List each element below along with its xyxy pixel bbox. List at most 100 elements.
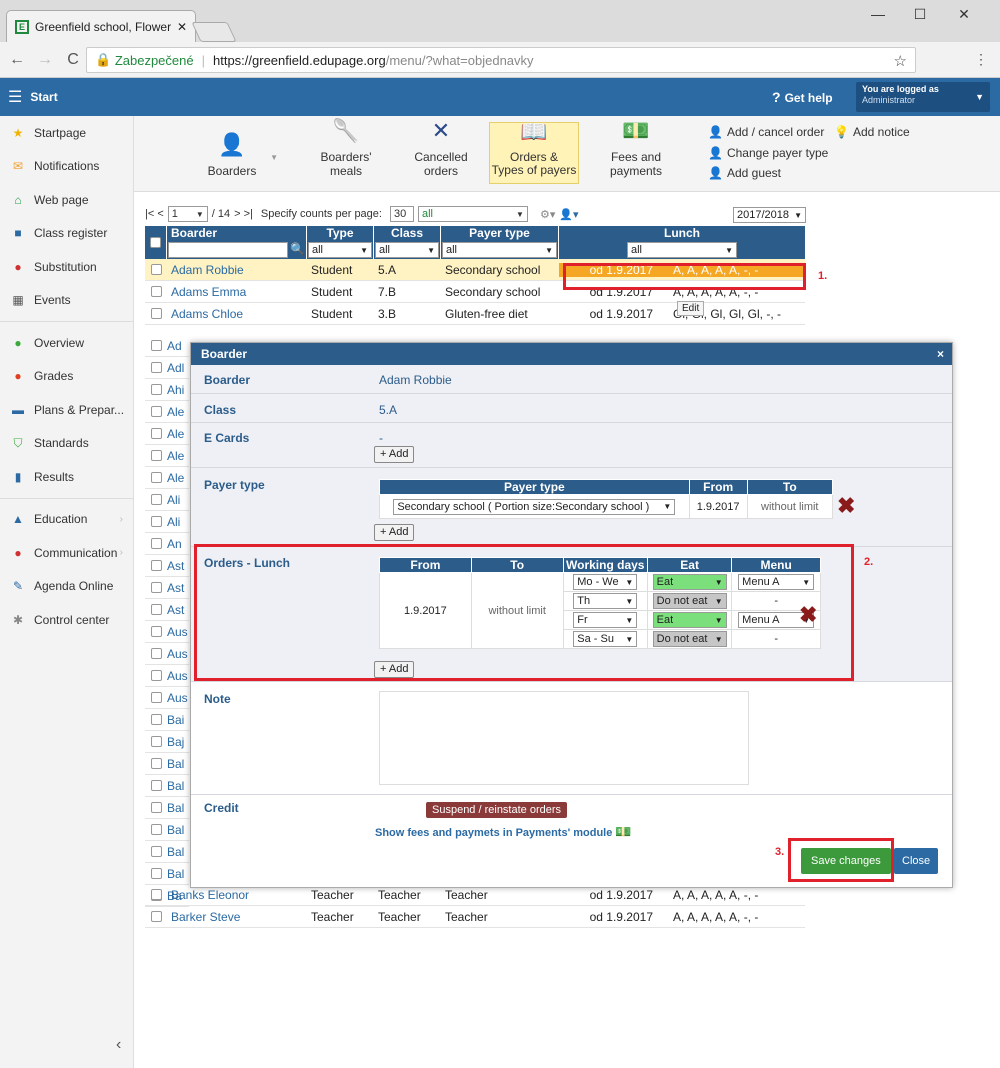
sidebar-item-overview[interactable]: ● Overview [0, 326, 133, 360]
browser-tab[interactable]: E Greenfield school, Flower ✕ [6, 10, 196, 42]
table-row[interactable]: Barker Steve Teacher Teacher Teacher od 1.9.… [145, 906, 805, 928]
sidebar-item-agenda-online[interactable]: ✎ Agenda Online [0, 570, 133, 604]
url-input[interactable]: 🔒 Zabezpečené | https://greenfield.edupa… [86, 47, 916, 73]
user-filter-icon[interactable]: 👤▾ [559, 208, 578, 221]
search-icon[interactable]: 🔍 [290, 242, 305, 258]
sidebar-item-startpage[interactable]: ★ Startpage [0, 116, 133, 150]
orders-types-button[interactable]: 📖 Orders & Types of payers [489, 119, 579, 184]
cell-name[interactable]: An [167, 537, 182, 551]
cell-name[interactable]: Bal [167, 801, 184, 815]
table-row[interactable]: Aus [145, 687, 189, 709]
table-row[interactable]: Aus [145, 643, 189, 665]
payer-type-select[interactable]: Secondary school ( Portion size:Secondar… [393, 498, 676, 515]
cell-name[interactable]: Bal [167, 779, 184, 793]
add-guest-link[interactable]: 👤 Add guest [708, 166, 781, 180]
type-filter-select[interactable]: all ▼ [308, 242, 372, 258]
table-row[interactable]: Ast [145, 599, 189, 621]
suspend-reinstate-button[interactable]: Suspend / reinstate orders [426, 802, 568, 818]
table-row[interactable]: Bal [145, 775, 189, 797]
sidebar-item-communication[interactable]: ● Communication › [0, 536, 133, 570]
sidebar-item-grades[interactable]: ● Grades [0, 360, 133, 394]
new-tab-button[interactable] [191, 22, 237, 42]
row-checkbox[interactable] [150, 889, 162, 900]
user-menu[interactable]: You are logged as Administrator ▼ [856, 82, 990, 112]
row-checkbox[interactable] [150, 824, 162, 835]
boarders-meals-button[interactable]: 🥄 Boarders' meals [304, 118, 388, 184]
cell-name[interactable]: Ast [167, 559, 184, 573]
cell-name[interactable]: Ali [167, 493, 180, 507]
row-checkbox[interactable] [150, 340, 162, 351]
row-checkbox[interactable] [150, 604, 162, 615]
cell-name[interactable]: Bai [167, 713, 184, 727]
class-filter-select[interactable]: all ▼ [375, 242, 439, 258]
cell-name[interactable]: Ast [167, 581, 184, 595]
cell-name[interactable]: Ale [167, 427, 184, 441]
table-row[interactable]: Bal [145, 819, 189, 841]
row-checkbox[interactable] [150, 736, 162, 747]
table-row[interactable]: Ale [145, 445, 189, 467]
cell-name[interactable]: Bal [167, 757, 184, 771]
cell-name[interactable]: Bal [167, 867, 184, 881]
table-row[interactable]: Ast [145, 577, 189, 599]
row-checkbox[interactable] [150, 868, 162, 879]
table-row[interactable]: Aus [145, 665, 189, 687]
sidebar-item-education[interactable]: ▲ Education › [0, 503, 133, 537]
sidebar-item-substitution[interactable]: ● Substitution [0, 250, 133, 284]
boarders-button[interactable]: 👤 Boarders ▼ [182, 120, 282, 184]
cell-name[interactable]: Baj [167, 735, 184, 749]
table-row[interactable]: Ahi [145, 379, 189, 401]
row-checkbox[interactable] [150, 428, 162, 439]
table-row[interactable]: Bal [145, 797, 189, 819]
row-checkbox[interactable] [150, 450, 162, 461]
add-ecard-button[interactable]: + Add [374, 446, 415, 463]
header-type[interactable]: Type [307, 226, 374, 241]
fees-payments-button[interactable]: 💵 Fees and payments [584, 118, 688, 184]
row-checkbox[interactable] [150, 494, 162, 505]
table-row[interactable]: Bal [145, 863, 189, 885]
cell-name[interactable]: Ast [167, 603, 184, 617]
row-checkbox[interactable] [150, 802, 162, 813]
sidebar-item-control-center[interactable]: ✱ Control center [0, 603, 133, 637]
change-payer-type-link[interactable]: 👤 Change payer type [708, 146, 828, 160]
row-checkbox[interactable] [150, 384, 162, 395]
row-checkbox[interactable] [150, 846, 162, 857]
row-checkbox[interactable] [150, 264, 162, 275]
maximize-icon[interactable]: ☐ [900, 6, 940, 23]
cancelled-orders-button[interactable]: ✕ Cancelled orders [396, 118, 486, 184]
cell-name[interactable]: Adams Emma [167, 285, 307, 299]
table-row[interactable]: Ast [145, 555, 189, 577]
select-all-checkbox[interactable] [150, 237, 161, 248]
table-row[interactable]: Baj [145, 731, 189, 753]
hamburger-menu-icon[interactable]: ☰ [8, 87, 22, 107]
row-checkbox[interactable] [150, 516, 162, 527]
filter-select[interactable]: all ▼ [417, 206, 528, 222]
bookmark-star-icon[interactable]: ☆ [894, 52, 907, 70]
row-checkbox[interactable] [150, 626, 162, 637]
cell-name[interactable]: Adl [167, 361, 184, 375]
cell-name[interactable]: Ahi [167, 383, 184, 397]
row-checkbox[interactable] [150, 538, 162, 549]
table-row[interactable]: Bal [145, 753, 189, 775]
cell-name[interactable]: Ale [167, 449, 184, 463]
cell-name[interactable]: Barker Steve [167, 910, 307, 924]
collapse-sidebar-icon[interactable]: ‹ [116, 1036, 121, 1054]
header-lunch[interactable]: Lunch [559, 226, 805, 241]
close-icon[interactable]: × [937, 347, 944, 361]
cell-name[interactable]: Aus [167, 625, 188, 639]
row-checkbox[interactable] [150, 692, 162, 703]
row-checkbox[interactable] [150, 362, 162, 373]
row-checkbox[interactable] [150, 286, 162, 297]
row-checkbox[interactable] [150, 582, 162, 593]
next-last-page-link[interactable]: > >| [234, 208, 253, 220]
table-row[interactable]: Ali [145, 489, 189, 511]
cell-name[interactable]: Aus [167, 647, 188, 661]
table-row[interactable]: Ale [145, 401, 189, 423]
close-tab-icon[interactable]: ✕ [177, 20, 187, 34]
cell-name[interactable]: Bal [167, 823, 184, 837]
sidebar-item-events[interactable]: ▦ Events [0, 284, 133, 318]
cell-name[interactable]: Ale [167, 471, 184, 485]
add-payer-button[interactable]: + Add [374, 524, 415, 541]
page-select[interactable]: 1 ▼ [167, 206, 208, 222]
table-row[interactable]: Adams Chloe Student 3.B Gluten-free diet od … [145, 303, 805, 325]
cell-name[interactable]: Ale [167, 405, 184, 419]
